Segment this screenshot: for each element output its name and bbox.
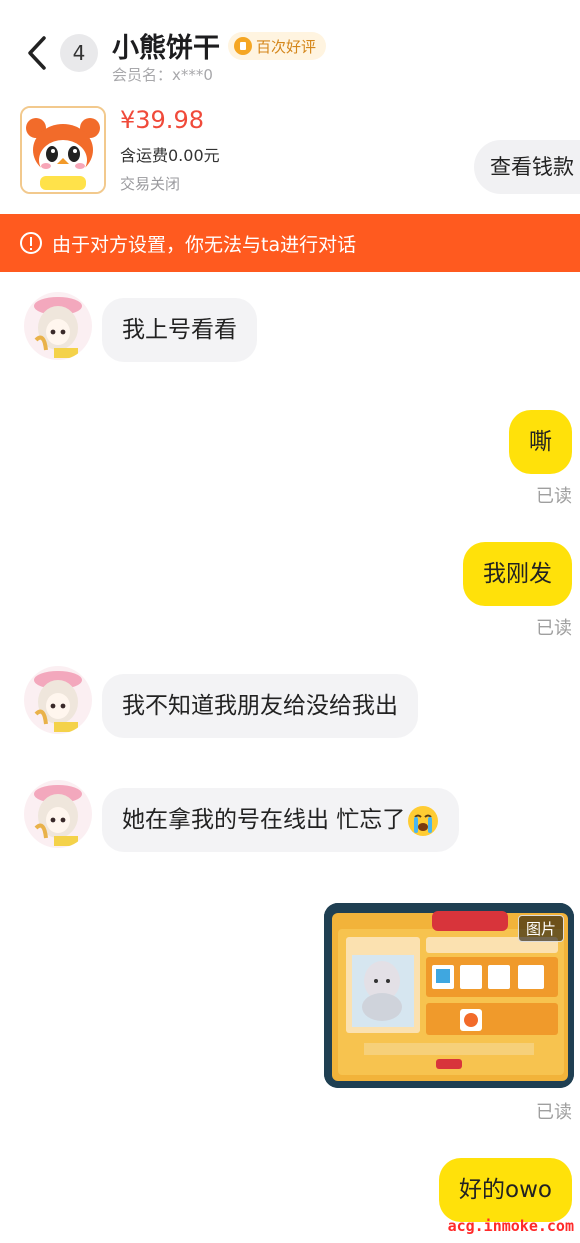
back-button[interactable] [22,32,56,74]
watermark: acg.inmoke.com [447,1217,574,1235]
contact-avatar[interactable] [24,292,92,360]
product-thumbnail[interactable] [20,106,106,194]
message-bubble-incoming[interactable]: 我不知道我朋友给没给我出 [102,674,418,738]
read-receipt: 已读 [536,486,572,507]
read-receipt: 已读 [536,1102,572,1123]
shipping-fee: 含运费0.00元 [120,146,220,165]
read-receipt: 已读 [536,618,572,639]
restriction-notice: 由于对方设置，你无法与ta进行对话 [0,214,580,272]
trade-status: 交易关闭 [120,175,181,193]
message-bubble-incoming[interactable]: 我上号看看 [102,298,257,362]
order-price: ¥39.98 [120,106,204,134]
avatar-doll-icon [24,666,92,734]
coin-icon [234,37,252,55]
image-tag: 图片 [517,915,564,942]
member-name: 会员名：x***0 [112,66,213,84]
bear-mascot-icon [22,108,104,192]
message-bubble-incoming[interactable]: 她在拿我的号在线出 忙忘了 [102,788,460,852]
praise-badge-label: 百次好评 [256,37,317,56]
avatar-doll-icon [24,780,92,848]
message-bubble-outgoing[interactable]: 嘶 [509,410,572,474]
image-message[interactable]: 图片 [324,903,574,1088]
message-bubble-outgoing[interactable]: 我刚发 [463,542,572,606]
message-text: 她在拿我的号在线出 忙忘了 [122,807,406,833]
unread-count-badge[interactable]: 4 [60,34,98,72]
contact-avatar[interactable] [24,780,92,848]
contact-name: 小熊饼干 [112,33,220,64]
crying-face-icon [408,805,439,836]
alert-circle-icon [20,232,42,254]
contact-avatar[interactable] [24,666,92,734]
chat-header: 4 小熊饼干 百次好评 会员名：x***0 ¥39.98 含运费0.00元 交易… [0,0,580,214]
message-bubble-outgoing[interactable]: 好的owo [439,1158,572,1222]
praise-badge: 百次好评 [228,32,327,60]
avatar-doll-icon [24,292,92,360]
notice-text: 由于对方设置，你无法与ta进行对话 [52,233,357,256]
view-payment-button[interactable]: 查看钱款 [474,140,580,194]
chevron-left-icon [28,36,46,70]
